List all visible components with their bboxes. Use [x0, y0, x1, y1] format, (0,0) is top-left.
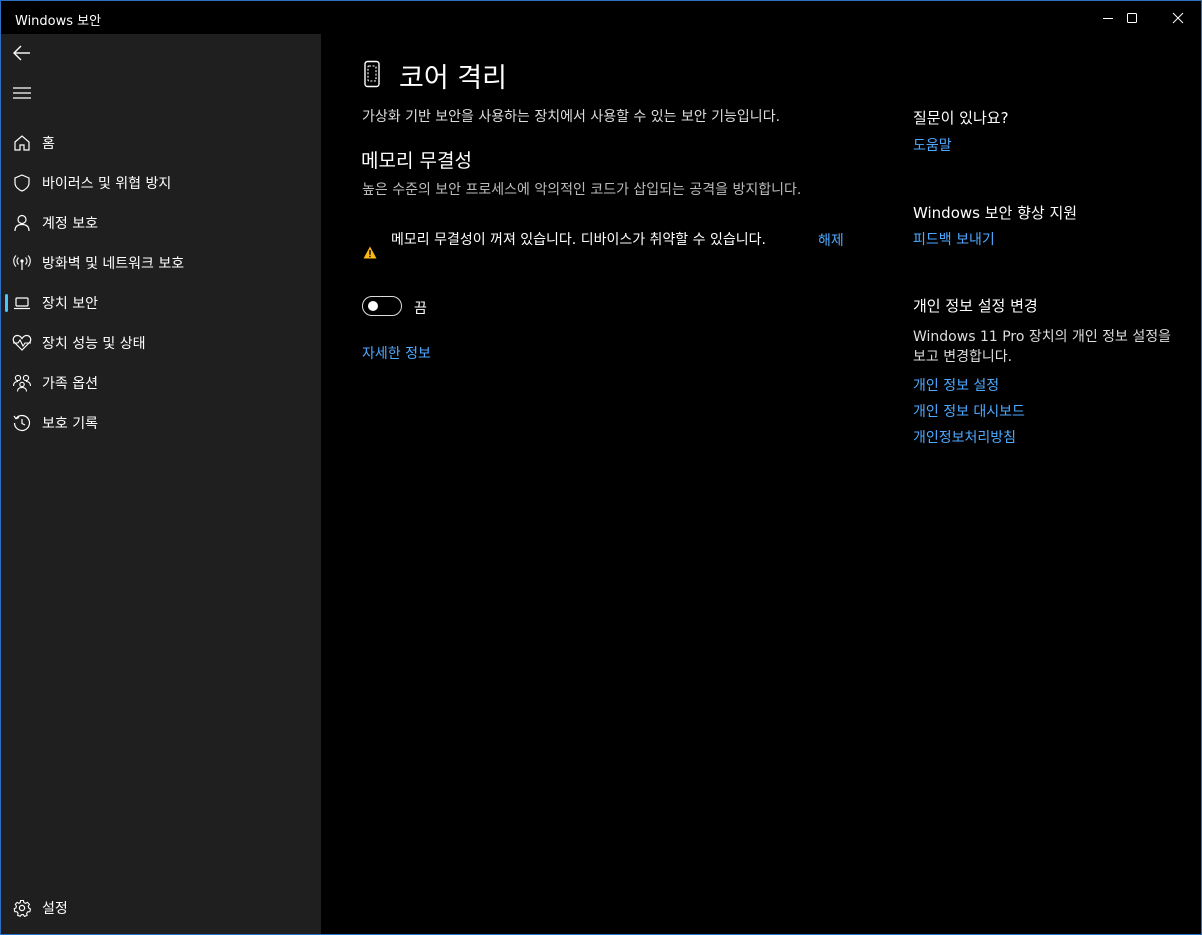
- windows-security-window: Windows 보안 홈 바이러스 및 위협 방지 계정 보호 방화벽 및 네트…: [0, 0, 1202, 935]
- section-title: 메모리 무결성: [361, 150, 472, 172]
- toggle-state-label: 끔: [414, 301, 427, 317]
- warning-icon: [363, 244, 377, 263]
- privacy-statement-link[interactable]: 개인정보처리방침: [913, 427, 1016, 447]
- memory-integrity-toggle[interactable]: [362, 296, 402, 316]
- back-button[interactable]: [5, 36, 39, 70]
- privacy-settings-link[interactable]: 개인 정보 설정: [913, 375, 999, 395]
- help-link[interactable]: 도움말: [913, 135, 952, 155]
- gear-icon: [12, 898, 32, 918]
- close-button[interactable]: [1155, 1, 1201, 34]
- privacy-description: Windows 11 Pro 장치의 개인 정보 설정을 보고 변경합니다.: [913, 329, 1172, 365]
- sidebar-item-virus-protection[interactable]: 바이러스 및 위협 방지: [1, 165, 321, 201]
- sidebar-item-label: 장치 보안: [42, 296, 98, 312]
- page-title: 코어 격리: [399, 63, 507, 94]
- feedback-link[interactable]: 피드백 보내기: [913, 229, 995, 249]
- sidebar-item-label: 보호 기록: [42, 416, 98, 432]
- section-description: 높은 수준의 보안 프로세스에 악의적인 코드가 삽입되는 공격을 방지합니다.: [362, 182, 802, 198]
- hamburger-menu-icon: [13, 87, 31, 99]
- history-icon: [12, 413, 32, 433]
- maximize-icon: [1127, 12, 1137, 23]
- sidebar-item-label: 가족 옵션: [42, 376, 98, 392]
- window-title: Windows 보안: [15, 14, 102, 29]
- dismiss-link[interactable]: 해제: [818, 230, 844, 250]
- sidebar-item-label: 장치 성능 및 상태: [42, 336, 146, 352]
- family-icon: [12, 373, 32, 393]
- heart-pulse-icon: [12, 333, 32, 353]
- sidebar: 홈 바이러스 및 위협 방지 계정 보호 방화벽 및 네트워크 보호 장치 보안…: [1, 34, 321, 934]
- sidebar-item-label: 방화벽 및 네트워크 보호: [42, 256, 185, 272]
- sidebar-item-label: 바이러스 및 위협 방지: [42, 176, 172, 192]
- laptop-icon: [12, 293, 32, 313]
- sidebar-item-firewall[interactable]: 방화벽 및 네트워크 보호: [1, 245, 321, 281]
- privacy-heading: 개인 정보 설정 변경: [913, 297, 1038, 315]
- menu-button[interactable]: [5, 76, 39, 110]
- improve-heading: Windows 보안 향상 지원: [913, 204, 1078, 222]
- antenna-icon: [12, 253, 32, 273]
- sidebar-item-home[interactable]: 홈: [1, 125, 321, 161]
- back-arrow-icon: [13, 45, 30, 61]
- more-info-link[interactable]: 자세한 정보: [362, 343, 431, 363]
- sidebar-item-account-protection[interactable]: 계정 보호: [1, 205, 321, 241]
- maximize-button[interactable]: [1109, 1, 1155, 34]
- sidebar-item-label: 계정 보호: [42, 216, 98, 232]
- question-heading: 질문이 있나요?: [913, 109, 1009, 127]
- warning-text: 메모리 무결성이 꺼져 있습니다. 디바이스가 취약할 수 있습니다.: [391, 232, 766, 248]
- privacy-dashboard-link[interactable]: 개인 정보 대시보드: [913, 401, 1025, 421]
- sidebar-item-label: 홈: [42, 136, 55, 152]
- main-content: 코어 격리 가상화 기반 보안을 사용하는 장치에서 사용할 수 있는 보안 기…: [321, 34, 1201, 934]
- close-icon: [1172, 12, 1184, 23]
- sidebar-item-family-options[interactable]: 가족 옵션: [1, 365, 321, 401]
- shield-icon: [12, 173, 32, 193]
- sidebar-item-device-performance[interactable]: 장치 성능 및 상태: [1, 325, 321, 361]
- title-bar: Windows 보안: [1, 1, 1201, 34]
- home-icon: [12, 133, 32, 153]
- person-icon: [12, 213, 32, 233]
- sidebar-item-protection-history[interactable]: 보호 기록: [1, 405, 321, 441]
- sidebar-item-device-security[interactable]: 장치 보안: [1, 285, 321, 321]
- toggle-knob: [368, 301, 378, 311]
- sidebar-item-label: 설정: [42, 901, 68, 917]
- page-description: 가상화 기반 보안을 사용하는 장치에서 사용할 수 있는 보안 기능입니다.: [362, 109, 781, 125]
- selected-indicator: [5, 294, 8, 312]
- core-isolation-icon: [361, 60, 383, 92]
- sidebar-item-settings[interactable]: 설정: [1, 890, 321, 926]
